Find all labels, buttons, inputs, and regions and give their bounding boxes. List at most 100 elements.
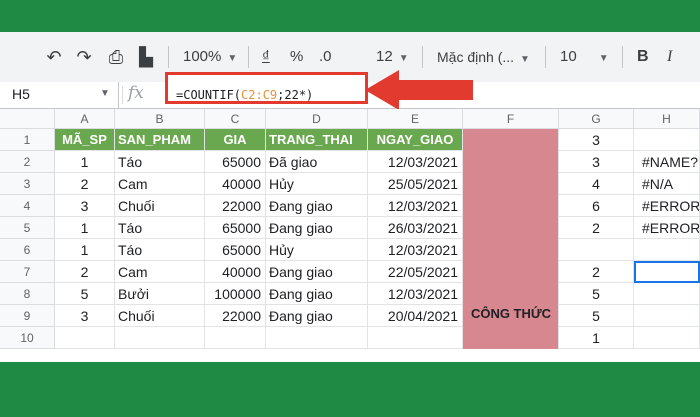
column-h-cell[interactable]	[634, 327, 700, 349]
column-header-c[interactable]: C	[205, 109, 266, 129]
table-cell[interactable]: 65000	[205, 151, 266, 173]
column-h-cell[interactable]: #ERROR	[634, 217, 700, 239]
table-cell[interactable]: Đang giao	[266, 261, 368, 283]
table-cell[interactable]: 12/03/2021	[368, 195, 463, 217]
row-header-6[interactable]: 6	[0, 239, 55, 261]
table-cell[interactable]: 1	[55, 217, 115, 239]
table-cell[interactable]: 22/05/2021	[368, 261, 463, 283]
column-header-e[interactable]: E	[368, 109, 463, 129]
table-cell[interactable]: Đang giao	[266, 195, 368, 217]
table-header-cell[interactable]: MÃ_SP	[55, 129, 115, 151]
table-cell[interactable]	[266, 327, 368, 349]
table-cell[interactable]: Táo	[115, 217, 205, 239]
table-cell[interactable]: Cam	[115, 261, 205, 283]
row-header-4[interactable]: 4	[0, 195, 55, 217]
name-box[interactable]: H5 ▼	[0, 82, 119, 108]
table-header-cell[interactable]: NGAY_GIAO	[368, 129, 463, 151]
formula-input[interactable]: =COUNTIF(C2:C9;22*)	[176, 88, 313, 102]
row-header-8[interactable]: 8	[0, 283, 55, 305]
table-cell[interactable]: 65000	[205, 217, 266, 239]
select-all-corner[interactable]	[0, 109, 55, 129]
column-g-cell[interactable]: 4	[559, 173, 634, 195]
table-cell[interactable]: 40000	[205, 173, 266, 195]
column-header-d[interactable]: D	[266, 109, 368, 129]
font-size-select[interactable]: 10 ▼	[560, 45, 609, 71]
table-cell[interactable]: 2	[55, 261, 115, 283]
table-cell[interactable]: Bưởi	[115, 283, 205, 305]
percent-button[interactable]: %	[290, 45, 303, 69]
table-cell[interactable]: 12/03/2021	[368, 283, 463, 305]
table-cell[interactable]	[205, 327, 266, 349]
table-cell[interactable]: Đang giao	[266, 283, 368, 305]
column-g-cell[interactable]: 6	[559, 195, 634, 217]
row-header-5[interactable]: 5	[0, 217, 55, 239]
table-cell[interactable]: Chuối	[115, 305, 205, 327]
table-header-cell[interactable]: GIA	[205, 129, 266, 151]
table-cell[interactable]: 26/03/2021	[368, 217, 463, 239]
column-header-g[interactable]: G	[559, 109, 634, 129]
column-g-cell[interactable]: 2	[559, 217, 634, 239]
table-cell[interactable]	[115, 327, 205, 349]
table-cell[interactable]: 40000	[205, 261, 266, 283]
table-cell[interactable]: Chuối	[115, 195, 205, 217]
table-header-cell[interactable]: SAN_PHAM	[115, 129, 205, 151]
print-icon[interactable]: ⎙	[104, 45, 128, 69]
row-header-1[interactable]: 1	[0, 129, 55, 151]
column-h-cell[interactable]: #N/A	[634, 173, 700, 195]
table-cell[interactable]	[55, 327, 115, 349]
table-cell[interactable]: 3	[55, 195, 115, 217]
column-h-cell[interactable]: #NAME?	[634, 151, 700, 173]
column-h-cell[interactable]: #ERROR	[634, 195, 700, 217]
table-cell[interactable]: Hủy	[266, 239, 368, 261]
table-cell[interactable]: 65000	[205, 239, 266, 261]
column-g-cell[interactable]	[559, 239, 634, 261]
row-header-9[interactable]: 9	[0, 305, 55, 327]
table-cell[interactable]: 20/04/2021	[368, 305, 463, 327]
undo-icon[interactable]: ↶	[42, 45, 66, 69]
table-cell[interactable]: 22000	[205, 195, 266, 217]
more-formats-select[interactable]: 12 ▼	[376, 45, 409, 71]
table-cell[interactable]: 12/03/2021	[368, 151, 463, 173]
table-cell[interactable]: 100000	[205, 283, 266, 305]
selected-cell-h5[interactable]	[634, 261, 700, 283]
column-header-f[interactable]: F	[463, 109, 559, 129]
column-g-cell[interactable]: 3	[559, 151, 634, 173]
table-cell[interactable]: Đã giao	[266, 151, 368, 173]
table-cell[interactable]: 2	[55, 173, 115, 195]
column-header-h[interactable]: H	[634, 109, 700, 129]
row-header-7[interactable]: 7	[0, 261, 55, 283]
column-h-cell[interactable]	[634, 129, 700, 151]
table-cell[interactable]: Táo	[115, 151, 205, 173]
row-header-10[interactable]: 10	[0, 327, 55, 349]
column-h-cell[interactable]	[634, 239, 700, 261]
font-select[interactable]: Mặc định (... ▼	[437, 45, 530, 72]
table-cell[interactable]: 12/03/2021	[368, 239, 463, 261]
table-cell[interactable]: 1	[55, 151, 115, 173]
table-cell[interactable]: Táo	[115, 239, 205, 261]
table-cell[interactable]: 22000	[205, 305, 266, 327]
decrease-decimal-button[interactable]: .0	[319, 45, 332, 69]
currency-button[interactable]: ₫	[262, 45, 270, 69]
column-g-cell[interactable]: 5	[559, 305, 634, 327]
column-g-cell[interactable]: 3	[559, 129, 634, 151]
table-cell[interactable]: Đang giao	[266, 217, 368, 239]
column-h-cell[interactable]	[634, 283, 700, 305]
table-cell[interactable]: Hủy	[266, 173, 368, 195]
column-header-b[interactable]: B	[115, 109, 205, 129]
bold-button[interactable]: B	[637, 45, 649, 69]
column-h-cell[interactable]	[634, 305, 700, 327]
table-cell[interactable]: Đang giao	[266, 305, 368, 327]
zoom-select[interactable]: 100% ▼	[183, 45, 237, 71]
table-cell[interactable]: 25/05/2021	[368, 173, 463, 195]
paint-format-icon[interactable]: ▙	[134, 45, 158, 69]
column-g-cell[interactable]: 1	[559, 327, 634, 349]
table-cell[interactable]: 5	[55, 283, 115, 305]
table-cell[interactable]: 3	[55, 305, 115, 327]
table-cell[interactable]	[368, 327, 463, 349]
table-header-cell[interactable]: TRANG_THAI	[266, 129, 368, 151]
column-header-a[interactable]: A	[55, 109, 115, 129]
redo-icon[interactable]: ↷	[72, 45, 96, 69]
table-cell[interactable]: Cam	[115, 173, 205, 195]
row-header-2[interactable]: 2	[0, 151, 55, 173]
column-g-cell[interactable]: 5	[559, 283, 634, 305]
